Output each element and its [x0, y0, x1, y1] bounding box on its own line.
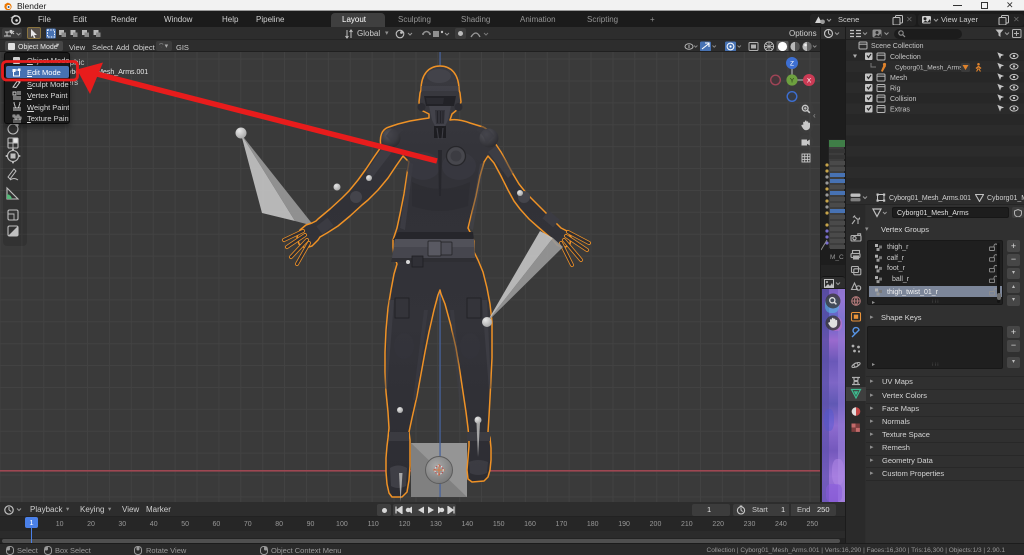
svg-text:60: 60: [213, 521, 221, 528]
svg-text:130: 130: [430, 521, 442, 528]
svg-text:170: 170: [556, 521, 568, 528]
svg-text:40: 40: [150, 521, 158, 528]
svg-text:30: 30: [118, 521, 126, 528]
svg-text:150: 150: [493, 521, 505, 528]
svg-text:Collection: Collection: [890, 54, 921, 61]
svg-text:180: 180: [587, 521, 599, 528]
svg-text:Rig: Rig: [890, 86, 901, 93]
svg-text:Y: Y: [790, 78, 795, 85]
svg-text:‹: ‹: [813, 111, 816, 120]
svg-text:Z: Z: [790, 61, 794, 68]
svg-text:Cyborg01_Mesh_Arms: Cyborg01_Mesh_Arms: [895, 65, 963, 72]
svg-text:90: 90: [307, 521, 315, 528]
svg-text:80: 80: [275, 521, 283, 528]
svg-text:Mesh: Mesh: [890, 75, 907, 82]
svg-text:200: 200: [650, 521, 662, 528]
svg-text:210: 210: [681, 521, 693, 528]
svg-text:240: 240: [775, 521, 787, 528]
svg-text:250: 250: [806, 521, 818, 528]
svg-text:Scene Collection: Scene Collection: [871, 43, 924, 50]
svg-text:110: 110: [368, 521, 379, 528]
svg-text:50: 50: [181, 521, 189, 528]
svg-text:230: 230: [744, 521, 756, 528]
svg-text:190: 190: [618, 521, 630, 528]
svg-text:Extras: Extras: [890, 107, 910, 114]
svg-text:120: 120: [399, 521, 411, 528]
svg-text:Collision: Collision: [890, 96, 917, 103]
svg-text:70: 70: [244, 521, 252, 528]
svg-text:10: 10: [56, 521, 64, 528]
svg-text:140: 140: [461, 521, 473, 528]
svg-text:20: 20: [87, 521, 95, 528]
svg-text:160: 160: [524, 521, 536, 528]
svg-text:100: 100: [336, 521, 348, 528]
svg-text:X: X: [807, 78, 812, 85]
svg-text:220: 220: [712, 521, 724, 528]
